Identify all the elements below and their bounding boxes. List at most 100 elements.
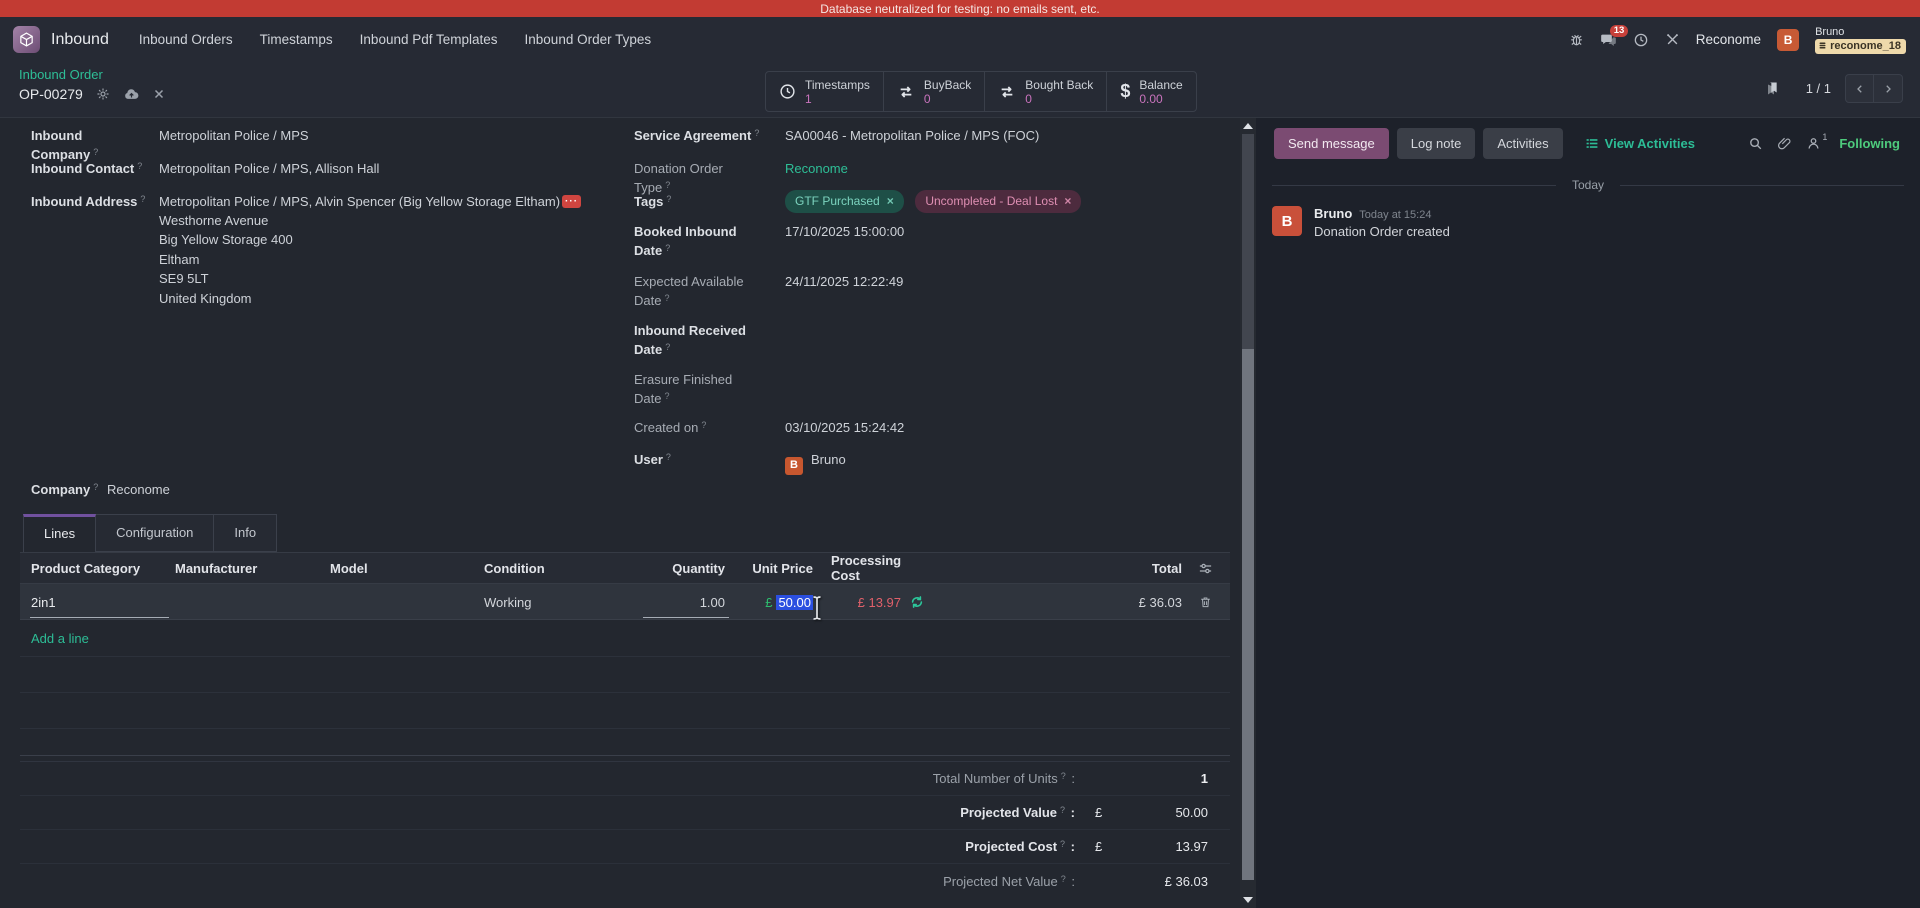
cell-processing-cost[interactable]: £ 13.97 bbox=[825, 595, 932, 610]
menu-inbound-order-types[interactable]: Inbound Order Types bbox=[525, 32, 652, 47]
cell-product-category[interactable]: 2in1 bbox=[20, 584, 175, 620]
view-activities-link[interactable]: View Activities bbox=[1585, 136, 1695, 151]
delete-row-icon[interactable] bbox=[1190, 595, 1220, 609]
pager-previous-button[interactable] bbox=[1845, 74, 1874, 103]
empty-table-row bbox=[20, 693, 1230, 729]
tag-remove-icon[interactable] bbox=[880, 192, 894, 211]
total-label: Total Number of Units bbox=[20, 771, 1075, 786]
expected-available-date-value[interactable]: 24/11/2025 12:22:49 bbox=[785, 272, 903, 312]
tab-lines[interactable]: Lines bbox=[23, 514, 96, 552]
total-value: 50.00 bbox=[1102, 805, 1208, 820]
stat-value: 1 bbox=[805, 92, 812, 106]
bookmark-icon[interactable] bbox=[1764, 80, 1780, 97]
field-label: Tags bbox=[634, 190, 760, 213]
tags-value: GTF Purchased Uncompleted - Deal Lost bbox=[785, 190, 1089, 213]
column-header[interactable]: Condition bbox=[484, 561, 635, 576]
stat-button-bought-back[interactable]: Bought Back 0 bbox=[985, 72, 1107, 111]
exchange-icon bbox=[998, 84, 1016, 100]
app-name[interactable]: Inbound bbox=[51, 31, 109, 49]
refresh-icon[interactable] bbox=[910, 595, 924, 609]
list-icon bbox=[1585, 137, 1599, 150]
stat-label: Timestamps bbox=[805, 78, 870, 92]
stat-label: Balance bbox=[1139, 78, 1182, 92]
field-expected-available-date: Expected Available Date 24/11/2025 12:22… bbox=[634, 272, 903, 312]
chevron-left-icon bbox=[1854, 83, 1866, 95]
following-button[interactable]: Following bbox=[1839, 136, 1900, 151]
send-message-button[interactable]: Send message bbox=[1274, 128, 1389, 159]
column-header[interactable]: Model bbox=[330, 561, 484, 576]
scrollbar-track[interactable] bbox=[1242, 134, 1254, 349]
stat-button-buyback[interactable]: BuyBack 0 bbox=[884, 72, 985, 111]
company-switcher[interactable]: Reconome bbox=[1696, 32, 1761, 47]
cloud-save-icon[interactable] bbox=[123, 87, 140, 101]
scrollbar-thumb[interactable] bbox=[1242, 349, 1254, 880]
field-label: Inbound Address bbox=[31, 192, 149, 308]
tag-remove-icon[interactable] bbox=[1057, 192, 1071, 211]
message-author[interactable]: Bruno bbox=[1314, 206, 1352, 221]
tab-info[interactable]: Info bbox=[214, 514, 277, 552]
optional-columns-icon[interactable] bbox=[1190, 561, 1220, 576]
column-header[interactable]: Manufacturer bbox=[175, 561, 330, 576]
apps-menu-button[interactable] bbox=[13, 26, 40, 53]
total-label: Projected Cost bbox=[20, 839, 1075, 854]
cell-quantity[interactable]: 1.00 bbox=[635, 584, 725, 620]
scroll-down-arrow[interactable] bbox=[1243, 897, 1253, 903]
total-label: Projected Net Value bbox=[20, 874, 1075, 889]
totals-separator bbox=[20, 755, 1230, 756]
tools-icon[interactable] bbox=[1665, 32, 1680, 47]
activity-clock-icon[interactable] bbox=[1633, 32, 1649, 48]
unit-price-selected-text[interactable]: 50.00 bbox=[776, 595, 813, 610]
column-header[interactable]: Product Category bbox=[20, 561, 175, 576]
projected-value-row: Projected Value £50.00 bbox=[20, 796, 1230, 830]
company-value[interactable]: Reconome bbox=[107, 480, 170, 501]
scroll-up-arrow[interactable] bbox=[1243, 123, 1253, 129]
booked-inbound-date-value[interactable]: 17/10/2025 15:00:00 bbox=[785, 222, 904, 262]
log-note-button[interactable]: Log note bbox=[1397, 128, 1476, 159]
stat-value: 0 bbox=[924, 92, 931, 106]
tag-uncompleted-deal-lost[interactable]: Uncompleted - Deal Lost bbox=[915, 190, 1081, 213]
stat-button-balance[interactable]: Balance 0.00 bbox=[1107, 72, 1195, 111]
breadcrumb-parent[interactable]: Inbound Order bbox=[19, 67, 165, 83]
followers-icon[interactable]: 1 bbox=[1806, 136, 1821, 151]
tag-gtf-purchased[interactable]: GTF Purchased bbox=[785, 190, 904, 213]
empty-table-row bbox=[20, 657, 1230, 693]
cell-total: £ 36.03 bbox=[932, 595, 1190, 610]
cell-condition[interactable]: Working bbox=[484, 595, 635, 610]
stat-button-timestamps[interactable]: Timestamps 1 bbox=[766, 72, 884, 111]
service-agreement-value[interactable]: SA00046 - Metropolitan Police / MPS (FOC… bbox=[785, 126, 1039, 147]
internal-notes-badge[interactable]: ··· bbox=[562, 195, 581, 208]
column-header[interactable]: Unit Price bbox=[725, 561, 825, 576]
inbound-contact-value[interactable]: Metropolitan Police / MPS, Allison Hall bbox=[159, 159, 379, 180]
pager-next-button[interactable] bbox=[1874, 74, 1903, 103]
column-header[interactable]: Total bbox=[932, 561, 1190, 576]
bug-icon[interactable] bbox=[1569, 32, 1584, 47]
chatter-tools: 1 Following bbox=[1748, 136, 1900, 151]
clock-icon bbox=[779, 83, 796, 100]
top-navbar: Inbound Inbound Orders Timestamps Inboun… bbox=[0, 17, 1920, 62]
user-menu[interactable]: Bruno reconome_18 bbox=[1815, 26, 1906, 54]
navbar-systray: 13 Reconome B Bruno reconome_18 bbox=[1569, 26, 1906, 54]
exchange-icon bbox=[897, 84, 915, 100]
paperclip-icon[interactable] bbox=[1777, 136, 1792, 151]
tab-configuration[interactable]: Configuration bbox=[96, 514, 214, 552]
messages-icon[interactable]: 13 bbox=[1600, 32, 1617, 48]
column-header[interactable]: Processing Cost bbox=[825, 553, 932, 583]
user-value[interactable]: BBruno bbox=[785, 450, 846, 475]
menu-inbound-pdf-templates[interactable]: Inbound Pdf Templates bbox=[360, 32, 498, 47]
field-inbound-received-date: Inbound Received Date bbox=[634, 321, 785, 361]
user-avatar[interactable]: B bbox=[1777, 29, 1799, 51]
search-icon[interactable] bbox=[1748, 136, 1763, 151]
add-a-line-button[interactable]: Add a line bbox=[20, 620, 1230, 657]
messages-count-badge: 13 bbox=[1610, 25, 1629, 37]
inbound-address-value[interactable]: Metropolitan Police / MPS, Alvin Spencer… bbox=[159, 192, 581, 308]
gear-icon[interactable] bbox=[96, 87, 110, 101]
field-label: Created on bbox=[634, 418, 760, 439]
menu-timestamps[interactable]: Timestamps bbox=[260, 32, 333, 47]
column-header[interactable]: Quantity bbox=[635, 561, 725, 576]
table-row[interactable]: 2in1 Working 1.00 £ 50.00 £ 13.97 £ 36.0… bbox=[20, 584, 1230, 620]
field-company: Company Reconome bbox=[31, 480, 170, 501]
form-scrollbar[interactable] bbox=[1240, 118, 1256, 908]
menu-inbound-orders[interactable]: Inbound Orders bbox=[139, 32, 233, 47]
discard-close-icon[interactable] bbox=[153, 88, 165, 100]
activities-button[interactable]: Activities bbox=[1483, 128, 1562, 159]
